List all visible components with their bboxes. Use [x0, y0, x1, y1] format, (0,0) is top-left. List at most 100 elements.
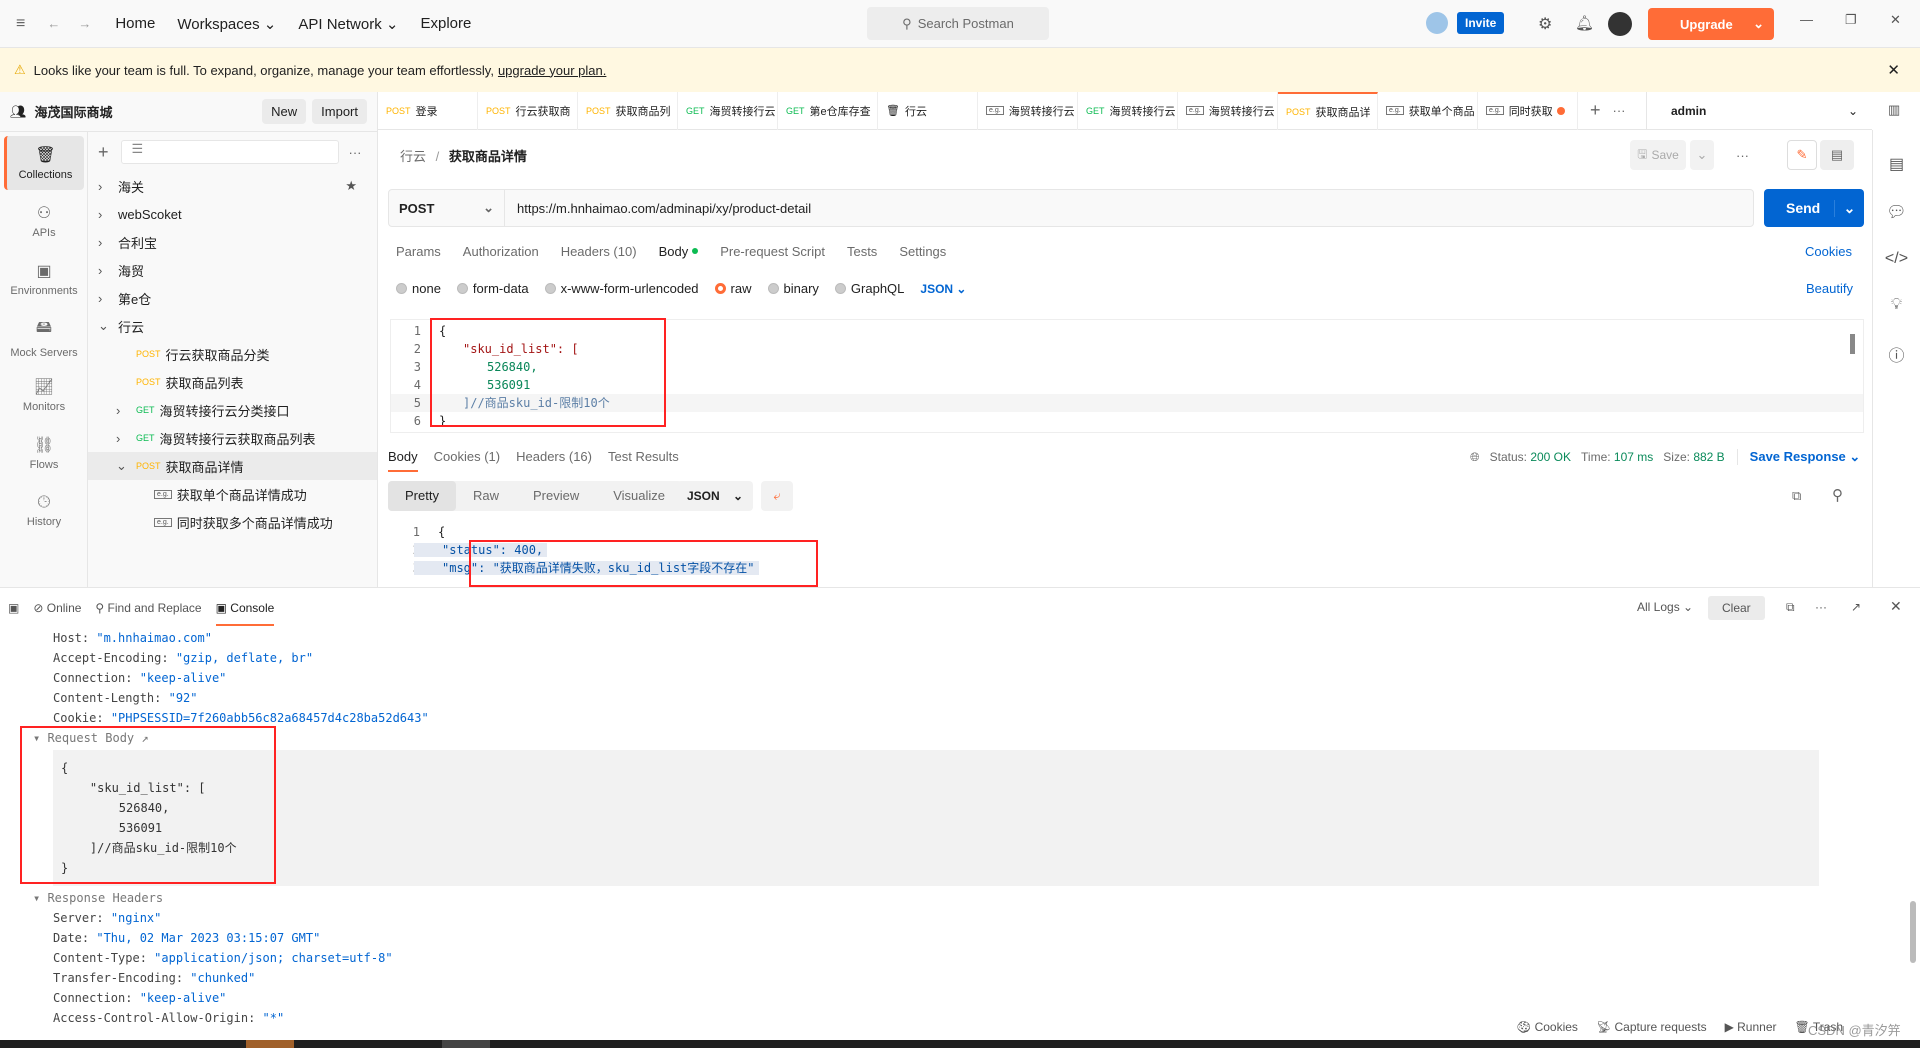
request-tab[interactable]: e.g. 获取单个商品	[1378, 91, 1478, 130]
chevron-right-icon[interactable]: ›	[98, 235, 118, 250]
tab-authorization[interactable]: Authorization	[463, 244, 539, 259]
tree-item[interactable]: e.g. 获取单个商品详情成功	[88, 480, 377, 508]
sidebar-item-flows[interactable]: ⛓︎ Flows	[4, 426, 84, 480]
body-type-binary[interactable]: binary	[767, 281, 819, 296]
footer-cookies[interactable]: 🍪︎ Cookies	[1516, 1020, 1578, 1034]
tabs-more-icon[interactable]: ···	[1613, 103, 1626, 118]
sidebar-item-environments[interactable]: ▣ Environments	[4, 252, 84, 306]
avatar[interactable]	[1608, 12, 1632, 36]
request-tab[interactable]: POST 行云获取商	[478, 91, 578, 130]
minimize-icon[interactable]: —	[1800, 12, 1813, 27]
copy-console-icon[interactable]: ⧉	[1786, 600, 1795, 615]
search-response-icon[interactable]: ⚲	[1832, 486, 1843, 504]
request-tab[interactable]: 🗑︎ 行云	[878, 91, 978, 130]
chevron-right-icon[interactable]: ›	[116, 403, 136, 418]
tree-item[interactable]: ⌄ 行云	[88, 312, 377, 340]
cookies-link[interactable]: Cookies	[1805, 244, 1852, 259]
response-format-select[interactable]: JSON ⌄	[677, 481, 753, 511]
nav-explore[interactable]: Explore	[420, 15, 471, 32]
request-tab[interactable]: GET 海贸转接行云	[678, 91, 778, 130]
method-select[interactable]: POST ⌄	[389, 190, 505, 226]
view-raw[interactable]: Raw	[456, 481, 516, 511]
environment-settings-icon[interactable]: ▥	[1888, 102, 1900, 118]
response-tab-test[interactable]: Test Results	[608, 449, 679, 472]
chevron-down-icon[interactable]: ⌄	[98, 318, 118, 334]
forward-icon[interactable]: →	[78, 16, 91, 31]
tree-item[interactable]: ⌄ POST 获取商品详情	[88, 452, 377, 480]
size-value[interactable]: 882 B	[1693, 450, 1724, 464]
response-tab-body[interactable]: Body	[388, 449, 418, 472]
request-body-toggle[interactable]: ▾ Request Body ↗	[33, 728, 1920, 748]
close-console-icon[interactable]: ✕	[1890, 598, 1902, 615]
beautify-link[interactable]: Beautify	[1806, 281, 1853, 296]
footer-runner[interactable]: ▶ Runner	[1725, 1020, 1777, 1034]
body-type-raw[interactable]: raw	[714, 281, 752, 296]
sync-icon[interactable]	[1426, 12, 1448, 34]
response-tab-headers[interactable]: Headers (16)	[516, 449, 592, 472]
view-visualize[interactable]: Visualize	[596, 481, 682, 511]
toggle-sidebar-icon[interactable]: ▣	[8, 601, 19, 615]
close-banner-icon[interactable]: ✕	[1887, 61, 1900, 79]
view-pretty[interactable]: Pretty	[388, 481, 456, 511]
tree-item[interactable]: POST 行云获取商品分类	[88, 340, 377, 368]
docs-icon[interactable]: ▤	[1820, 140, 1854, 170]
chevron-right-icon[interactable]: ›	[98, 207, 118, 222]
tree-item[interactable]: › 合利宝	[88, 228, 377, 256]
console-more-icon[interactable]: ···	[1815, 600, 1827, 614]
save-button[interactable]: 🖫︎ Save	[1630, 140, 1686, 170]
nav-home[interactable]: Home	[115, 15, 155, 32]
send-button[interactable]: Send ⌄	[1764, 189, 1864, 227]
all-logs-select[interactable]: All Logs ⌄	[1637, 600, 1693, 614]
new-tab-icon[interactable]: +	[1590, 100, 1601, 121]
add-collection-icon[interactable]: +	[98, 142, 109, 163]
tree-item[interactable]: › 第e仓	[88, 284, 377, 312]
network-icon[interactable]: 🌐︎	[1470, 450, 1480, 465]
tab-params[interactable]: Params	[396, 244, 441, 259]
tree-item[interactable]: e.g. 同时获取多个商品详情成功	[88, 508, 377, 536]
body-type-graphql[interactable]: GraphQL	[834, 281, 904, 296]
chevron-right-icon[interactable]: ›	[98, 291, 118, 306]
tree-item[interactable]: POST 获取商品列表	[88, 368, 377, 396]
request-tab[interactable]: GET 海贸转接行云	[1078, 91, 1178, 130]
bulb-icon[interactable]: 💡︎	[1891, 296, 1902, 314]
documentation-icon[interactable]: ▤	[1889, 154, 1904, 174]
nav-workspaces[interactable]: Workspaces ⌄	[177, 15, 276, 33]
tab-headers[interactable]: Headers (10)	[561, 244, 637, 259]
breadcrumb-parent[interactable]: 行云	[400, 149, 426, 164]
tree-item[interactable]: › webScoket	[88, 200, 377, 228]
chevron-right-icon[interactable]: ›	[116, 431, 136, 446]
request-tab[interactable]: POST 获取商品列	[578, 91, 678, 130]
invite-button[interactable]: Invite	[1457, 12, 1505, 34]
tree-item[interactable]: › 海关 ★	[88, 172, 377, 200]
star-icon[interactable]: ★	[345, 178, 357, 194]
time-value[interactable]: 107 ms	[1614, 450, 1653, 464]
tree-item[interactable]: › GET 海贸转接行云分类接口	[88, 396, 377, 424]
settings-icon[interactable]: ⚙	[1538, 14, 1552, 34]
maximize-icon[interactable]: ❐	[1845, 12, 1857, 28]
comments-icon[interactable]: 💬︎	[1886, 202, 1906, 222]
request-tab[interactable]: POST 登录	[378, 91, 478, 130]
request-tab[interactable]: e.g. 海贸转接行云	[978, 91, 1078, 130]
request-tab[interactable]: e.g. 海贸转接行云	[1178, 91, 1278, 130]
environment-select[interactable]: admin ⌄	[1646, 92, 1872, 130]
request-tab[interactable]: POST 获取商品详	[1278, 91, 1378, 130]
clear-button[interactable]: Clear	[1708, 596, 1765, 620]
sidebar-item-history[interactable]: 🕒︎ History	[4, 484, 84, 538]
body-format-select[interactable]: JSON ⌄	[920, 282, 966, 296]
body-type-form-data[interactable]: form-data	[456, 281, 529, 296]
sidebar-item-monitors[interactable]: 📈︎ Monitors	[4, 368, 84, 422]
chevron-right-icon[interactable]: ›	[98, 179, 118, 194]
back-icon[interactable]: ←	[47, 16, 60, 31]
chevron-down-icon[interactable]: ⌄	[116, 458, 136, 474]
footer-capture-requests[interactable]: 📡︎ Capture requests	[1596, 1020, 1707, 1034]
console-scrollbar[interactable]	[1910, 901, 1916, 963]
url-input[interactable]: https://m.hnhaimao.com/adminapi/xy/produ…	[505, 201, 811, 216]
body-type-x-www-form-urlencoded[interactable]: x-www-form-urlencoded	[544, 281, 699, 296]
copy-icon[interactable]: ⧉	[1792, 488, 1801, 504]
find-replace-tab[interactable]: ⚲ Find and Replace	[95, 601, 201, 615]
tab-body[interactable]: Body	[659, 244, 699, 259]
sidebar-item-apis[interactable]: ⚇ APIs	[4, 194, 84, 248]
info-icon[interactable]: ⓘ	[1888, 342, 1904, 366]
view-preview[interactable]: Preview	[516, 481, 596, 511]
sidebar-item-collections[interactable]: 🗑︎ Collections	[4, 136, 84, 190]
